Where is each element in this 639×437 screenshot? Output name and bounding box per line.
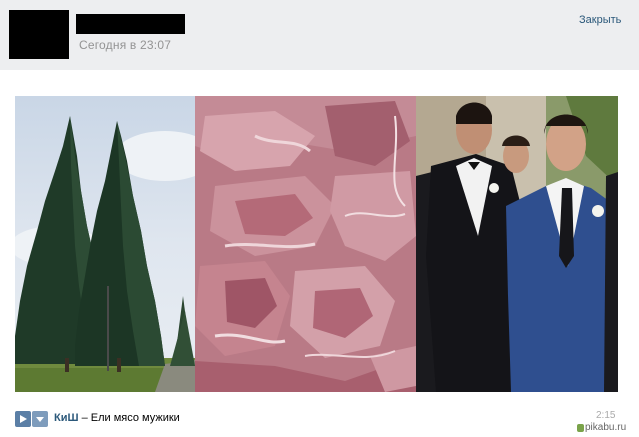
add-audio-button[interactable] [32, 411, 48, 427]
photo-trees[interactable] [15, 96, 195, 392]
track-info: КиШ – Ели мясо мужики [54, 412, 180, 424]
author-name-redacted[interactable] [76, 14, 185, 34]
avatar[interactable] [9, 10, 69, 59]
close-link[interactable]: Закрыть [579, 14, 621, 26]
post-time[interactable]: Сегодня в 23:07 [79, 38, 171, 52]
photo-meat[interactable] [195, 96, 416, 392]
track-title: Ели мясо мужики [90, 412, 180, 424]
track-separator: – [78, 412, 91, 424]
play-button[interactable] [15, 411, 31, 427]
photo-attachments [15, 96, 618, 392]
watermark: pikabu.ru [577, 420, 639, 437]
photo-men-in-suits[interactable] [416, 96, 618, 392]
pikabu-logo-icon [577, 424, 584, 432]
post-header: Сегодня в 23:07 Закрыть [0, 0, 639, 70]
track-artist[interactable]: КиШ [54, 412, 79, 424]
watermark-text: pikabu.ru [585, 422, 627, 433]
audio-attachment: КиШ – Ели мясо мужики 2:15 [15, 410, 625, 428]
